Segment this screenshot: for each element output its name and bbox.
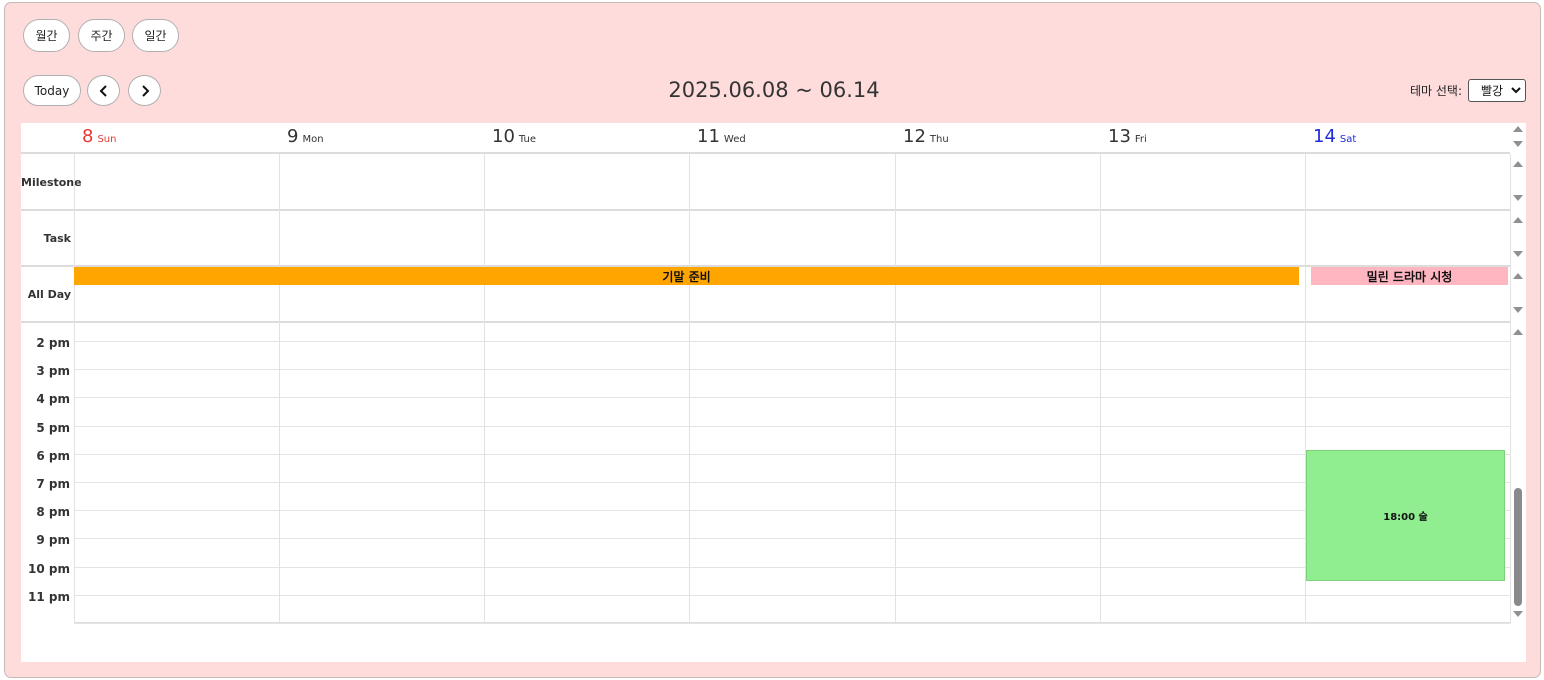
chevron-right-icon — [141, 84, 149, 97]
hour-label: 3 pm — [36, 364, 70, 378]
day-name: Sun — [97, 134, 117, 145]
day-column-divider — [1100, 154, 1101, 623]
scroll-up-arrow[interactable] — [1513, 126, 1523, 132]
day-number: 11 — [697, 126, 720, 147]
scrollbar-thumb[interactable] — [1514, 488, 1522, 606]
row-divider — [21, 209, 1510, 211]
date-range-title: 2025.06.08 ~ 06.14 — [668, 78, 880, 102]
day-column-divider — [279, 154, 280, 623]
hour-label: 4 pm — [36, 392, 70, 406]
scroll-up-arrow[interactable] — [1513, 217, 1523, 223]
allday-event[interactable]: 기말 준비 — [74, 267, 1299, 285]
day-header[interactable]: 14 Sat — [1313, 126, 1356, 147]
hour-label: 7 pm — [36, 477, 70, 491]
day-column-divider — [689, 154, 690, 623]
hour-line — [74, 567, 1510, 568]
chevron-down-icon — [1511, 87, 1521, 94]
chevron-left-icon — [99, 84, 107, 97]
scroll-down-arrow[interactable] — [1513, 611, 1523, 617]
scroll-down-arrow[interactable] — [1513, 251, 1523, 257]
row-label-task: Task — [43, 232, 71, 245]
hour-line — [74, 482, 1510, 483]
day-number: 8 — [82, 126, 94, 147]
day-column-divider — [895, 154, 896, 623]
day-name: Tue — [518, 134, 536, 145]
day-number: 10 — [492, 126, 515, 147]
day-header[interactable]: 8 Sun — [82, 126, 116, 147]
day-header[interactable]: 13 Fri — [1108, 126, 1147, 147]
day-view-button[interactable]: 일간 — [132, 19, 179, 52]
day-name: Fri — [1134, 134, 1147, 145]
scroll-up-arrow[interactable] — [1513, 161, 1523, 167]
hour-line — [74, 623, 1510, 624]
scroll-up-arrow[interactable] — [1513, 273, 1523, 279]
hour-line — [74, 369, 1510, 370]
scroll-down-arrow[interactable] — [1513, 195, 1523, 201]
day-column-divider — [74, 154, 75, 623]
today-button[interactable]: Today — [23, 75, 81, 106]
hour-label: 2 pm — [36, 336, 70, 350]
hour-label: 11 pm — [28, 590, 70, 604]
hour-line — [74, 595, 1510, 596]
day-name: Mon — [302, 134, 324, 145]
day-header[interactable]: 10 Tue — [492, 126, 536, 147]
scroll-up-arrow[interactable] — [1513, 329, 1523, 335]
hour-line — [74, 426, 1510, 427]
grid-bottom-line — [74, 622, 1510, 623]
hour-label: 6 pm — [36, 449, 70, 463]
day-number: 14 — [1313, 126, 1336, 147]
row-label-allday: All Day — [27, 288, 71, 301]
day-column-divider — [484, 154, 485, 623]
week-grid: Milestone Task All Day 8 Sun 9 Mon 10 Tue 11 We… — [21, 123, 1526, 662]
day-header[interactable]: 12 Thu — [903, 126, 949, 147]
theme-select[interactable]: 빨강 — [1468, 79, 1526, 102]
hour-label: 9 pm — [36, 533, 70, 547]
hour-line — [74, 454, 1510, 455]
row-divider — [21, 152, 1510, 154]
day-name: Sat — [1339, 134, 1357, 145]
hour-line — [74, 341, 1510, 342]
hour-label: 5 pm — [36, 421, 70, 435]
theme-selected-value: 빨강 — [1481, 84, 1504, 98]
hour-line — [74, 538, 1510, 539]
hour-label: 10 pm — [28, 562, 70, 576]
scroll-down-arrow[interactable] — [1513, 141, 1523, 147]
week-view-button[interactable]: 주간 — [78, 19, 125, 52]
allday-event[interactable]: 밀린 드라마 시청 — [1311, 267, 1508, 285]
day-number: 9 — [287, 126, 299, 147]
hour-line — [74, 510, 1510, 511]
day-name: Thu — [929, 134, 949, 145]
hour-line — [74, 397, 1510, 398]
day-name: Wed — [723, 134, 746, 145]
day-column-divider — [1510, 154, 1511, 623]
row-label-milestone: Milestone — [21, 176, 82, 189]
calendar-app: 월간 주간 일간 Today 2025.06.08 ~ 06.14 테마 선택:… — [4, 2, 1541, 678]
next-week-button[interactable] — [128, 75, 161, 106]
theme-label: 테마 선택: — [1410, 84, 1463, 98]
timed-event[interactable]: 18:00 술 — [1306, 450, 1505, 581]
month-view-button[interactable]: 월간 — [23, 19, 70, 52]
prev-week-button[interactable] — [87, 75, 120, 106]
day-number: 13 — [1108, 126, 1131, 147]
row-divider — [21, 321, 1510, 323]
day-header[interactable]: 11 Wed — [697, 126, 746, 147]
day-number: 12 — [903, 126, 926, 147]
scroll-down-arrow[interactable] — [1513, 307, 1523, 313]
day-header[interactable]: 9 Mon — [287, 126, 324, 147]
hour-label: 8 pm — [36, 505, 70, 519]
